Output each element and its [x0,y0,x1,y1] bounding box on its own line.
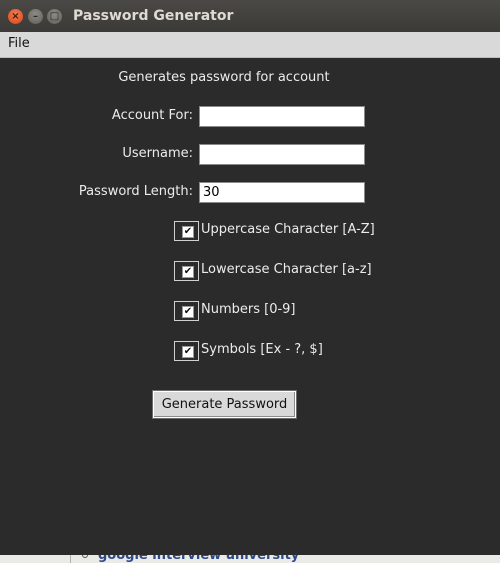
checkmark-icon: ✔ [182,346,194,358]
title-bar[interactable]: × – □ Password Generator [0,0,500,32]
password-generator-window: × – □ Password Generator File Generates … [0,0,500,563]
background-page-strip: google interview university [0,555,500,563]
numbers-label: Numbers [0-9] [201,302,296,317]
app-subtitle: Generates password for account [118,70,330,85]
menu-bar: File [0,32,500,58]
account-for-label: Account For: [111,108,193,123]
divider-line [70,555,71,563]
uppercase-label: Uppercase Character [A-Z] [201,222,375,237]
maximize-window-icon[interactable]: □ [47,9,62,24]
window-title: Password Generator [73,8,234,24]
generate-password-button[interactable]: Generate Password [153,391,296,418]
uppercase-checkbox[interactable]: ✔ [174,221,199,241]
symbols-label: Symbols [Ex - ?, $] [201,342,323,357]
numbers-checkbox[interactable]: ✔ [174,301,199,321]
account-for-input[interactable] [199,106,365,127]
bullet-icon [82,555,88,558]
password-length-input[interactable] [199,182,365,203]
checkmark-icon: ✔ [182,306,194,318]
checkmark-icon: ✔ [182,266,194,278]
close-window-icon[interactable]: × [8,9,23,24]
checkmark-icon: ✔ [182,226,194,238]
minimize-window-icon[interactable]: – [28,9,43,24]
symbols-checkbox[interactable]: ✔ [174,341,199,361]
username-label: Username: [122,146,193,161]
background-link[interactable]: google interview university [98,555,299,563]
password-length-label: Password Length: [78,184,193,199]
menu-file[interactable]: File [8,36,30,51]
lowercase-label: Lowercase Character [a-z] [201,262,372,277]
username-input[interactable] [199,144,365,165]
lowercase-checkbox[interactable]: ✔ [174,261,199,281]
